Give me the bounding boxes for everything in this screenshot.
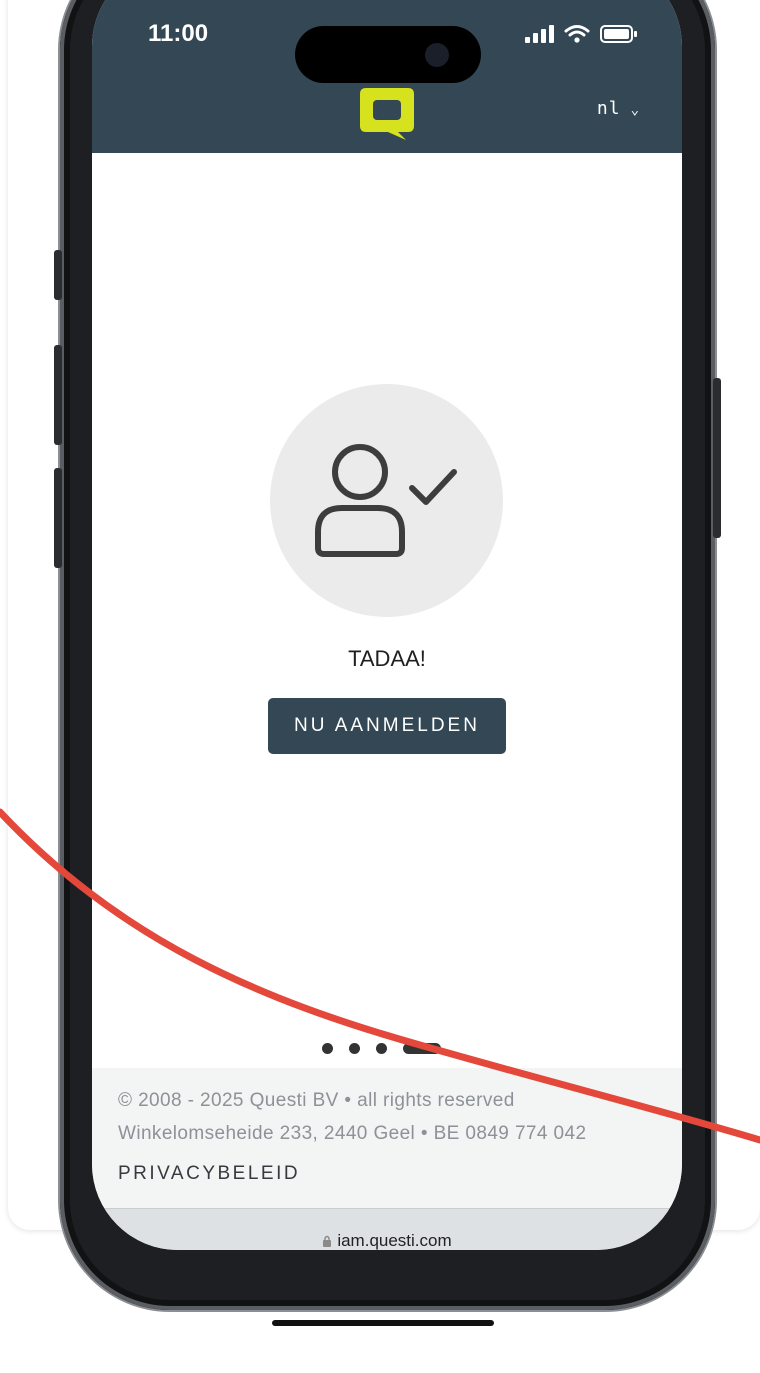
user-verified-illustration [270,384,503,617]
pagination-dot-3[interactable] [376,1043,387,1054]
url-text: iam.questi.com [337,1231,452,1250]
camera-icon [425,43,449,67]
signal-icon [525,25,554,43]
user-check-icon [315,444,457,557]
wifi-icon [564,25,590,43]
pagination-dot-2[interactable] [349,1043,360,1054]
status-icons [524,24,638,44]
login-button[interactable]: NU AANMELDEN [268,698,506,754]
language-label: nl [596,98,621,119]
pagination-dots [322,1043,441,1054]
url-display: iam.questi.com [92,1231,682,1250]
volume-up-button [54,345,62,445]
success-title: TADAA! [348,646,426,671]
volume-down-button [54,468,62,568]
lock-icon [323,1235,332,1247]
questi-logo [360,88,414,140]
phone-screen: 11:00 nl ⌄ TADAA! NU AANMELDEN © 2008 - … [92,0,682,1250]
address-text: Winkelomseheide 233, 2440 Geel • BE 0849… [118,1123,587,1144]
pagination-dot-1[interactable] [322,1043,333,1054]
pagination-dot-4-active[interactable] [403,1043,441,1054]
power-button [713,378,721,538]
app-header: 11:00 nl ⌄ [92,0,682,153]
browser-url-bar[interactable]: iam.questi.com [92,1208,682,1250]
battery-icon [600,25,637,43]
status-time: 11:00 [148,20,209,47]
action-button [54,250,62,300]
dynamic-island [295,26,481,83]
language-selector[interactable]: nl ⌄ [597,98,640,119]
chevron-down-icon: ⌄ [630,102,640,118]
copyright-text: © 2008 - 2025 Questi BV • all rights res… [118,1090,515,1111]
privacy-link[interactable]: PRIVACYBELEID [118,1163,300,1185]
home-indicator [272,1320,494,1326]
